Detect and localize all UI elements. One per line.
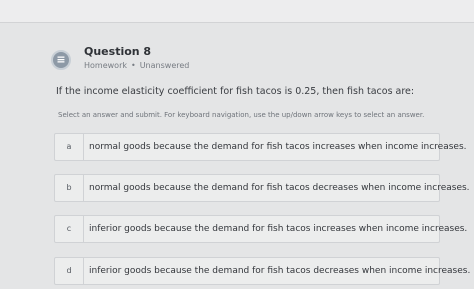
question-text: If the income elasticity coefficient for…	[56, 86, 415, 97]
question-meta: Homework • Unanswered	[84, 61, 189, 70]
instructions-text: Select an answer and submit. For keyboar…	[58, 111, 425, 119]
answer-option-a[interactable]: a normal goods because the demand for fi…	[54, 133, 467, 161]
option-letter: a	[55, 134, 84, 160]
option-letter: c	[55, 216, 84, 242]
option-text: normal goods because the demand for fish…	[89, 142, 467, 152]
answer-option-d[interactable]: d inferior goods because the demand for …	[54, 257, 470, 285]
meta-separator: •	[130, 61, 136, 70]
option-letter: d	[55, 258, 84, 284]
question-title: Question 8	[84, 45, 152, 58]
option-text: inferior goods because the demand for fi…	[89, 224, 468, 234]
option-text: normal goods because the demand for fish…	[89, 183, 470, 193]
option-text: inferior goods because the demand for fi…	[89, 266, 471, 276]
top-strip	[0, 0, 474, 23]
question-status: Unanswered	[139, 61, 190, 70]
option-letter: b	[55, 175, 84, 201]
answer-option-c[interactable]: c inferior goods because the demand for …	[54, 215, 467, 243]
list-icon: ≡	[51, 50, 71, 70]
answer-option-b[interactable]: b normal goods because the demand for fi…	[54, 174, 470, 202]
question-category: Homework	[84, 61, 127, 70]
